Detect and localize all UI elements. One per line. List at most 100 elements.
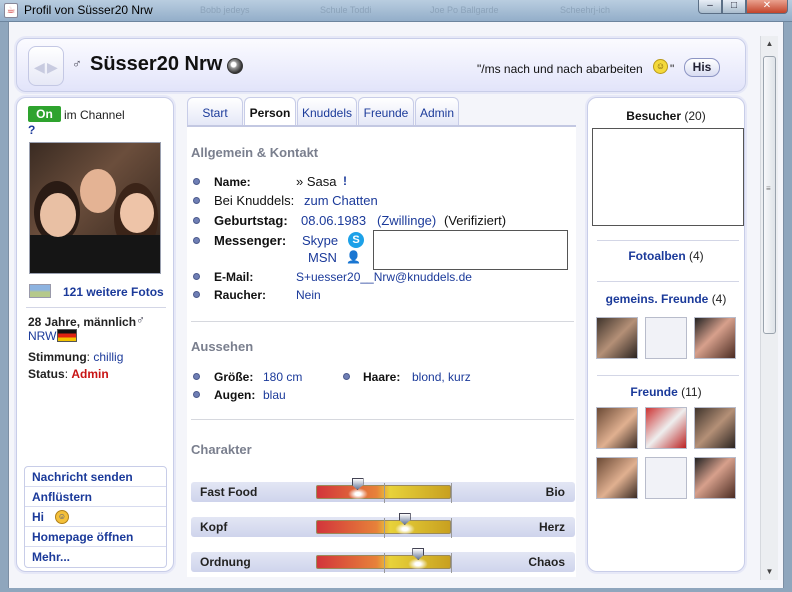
divider — [597, 281, 739, 282]
help-link[interactable]: ? — [28, 123, 35, 137]
photos-icon[interactable] — [29, 284, 51, 298]
messenger-skype: Skype — [302, 233, 339, 248]
background-tab-label: Joe Po Ballgarde — [430, 5, 499, 15]
hair-label: Haare: — [363, 370, 401, 384]
divider — [597, 240, 739, 241]
divider — [191, 419, 574, 420]
background-tab-label: Scheehrj-ich — [560, 5, 611, 15]
visitors-box — [592, 128, 744, 226]
bullet-icon — [193, 237, 200, 244]
friend-thumbnail[interactable] — [596, 317, 638, 359]
friend-thumbnail[interactable] — [645, 407, 687, 449]
trait-left-label: Fast Food — [200, 485, 258, 499]
friend-thumbnail[interactable] — [694, 457, 736, 499]
name-value: » Sasa — [296, 174, 337, 189]
bullet-icon — [193, 217, 200, 224]
status-row: Status: Admin — [28, 367, 109, 381]
mood-label: Stimmung — [28, 350, 87, 364]
messenger-id-box — [373, 230, 568, 270]
tab-freunde[interactable]: Freunde — [358, 97, 414, 125]
birthday-verified: (Verifiziert) — [444, 213, 507, 228]
profile-photo[interactable] — [29, 142, 161, 274]
friend-thumbnail[interactable] — [645, 457, 687, 499]
more-photos-link[interactable]: 121 weitere Fotos — [63, 285, 164, 299]
zodiac-sign: (Zwillinge) — [377, 213, 437, 228]
scroll-up-icon[interactable]: ▲ — [761, 36, 778, 52]
trait-slider-track — [316, 513, 452, 538]
online-status-badge: On — [28, 106, 61, 122]
friends-heading[interactable]: Freunde (11) — [587, 385, 745, 399]
visitors-count: (20) — [684, 109, 706, 123]
divider — [597, 375, 739, 376]
friends-label[interactable]: Freunde — [630, 385, 677, 399]
trait-right-label: Bio — [545, 485, 565, 499]
section-character-heading: Charakter — [191, 442, 252, 457]
whisper-button[interactable]: Anflüstern — [25, 487, 166, 507]
tab-admin[interactable]: Admin — [415, 97, 459, 125]
background-tab-label: Bobb jedeys — [200, 5, 250, 15]
knuddels-reason-value: zum Chatten — [304, 193, 378, 208]
bullet-icon — [193, 373, 200, 380]
male-icon: ♂ — [136, 313, 145, 327]
visitors-label: Besucher — [626, 109, 681, 123]
mood-row: Stimmung: chillig — [28, 350, 123, 364]
close-button[interactable]: ✕ — [746, 0, 788, 14]
eyes-value: blau — [263, 388, 286, 402]
his-button[interactable]: His — [684, 58, 720, 77]
section-looks-heading: Aussehen — [191, 339, 254, 354]
right-arrow-icon[interactable]: ▶ — [47, 59, 58, 76]
send-message-button[interactable]: Nachricht senden — [25, 467, 166, 487]
trait-right-label: Chaos — [528, 555, 565, 569]
knuddels-reason-label: Bei Knuddels: — [214, 193, 295, 208]
background-tab-label: Schule Toddi — [320, 5, 372, 15]
more-button[interactable]: Mehr... — [25, 547, 166, 567]
mutual-friends-heading[interactable]: gemeins. Freunde (4) — [587, 292, 745, 306]
messenger-msn: MSN — [308, 250, 337, 265]
action-menu: Nachricht senden Anflüstern Hi ☺ Homepage… — [24, 466, 167, 568]
trait-left-label: Kopf — [200, 520, 228, 534]
hi-button[interactable]: Hi ☺ — [25, 507, 166, 527]
friend-thumbnail[interactable] — [596, 457, 638, 499]
trait-slider-track — [316, 478, 452, 503]
channel-status: im Channel — [64, 108, 125, 122]
friend-thumbnail[interactable] — [694, 317, 736, 359]
eyes-label: Augen: — [214, 388, 256, 402]
scrollbar-thumb[interactable]: ≡ — [763, 56, 776, 334]
name-label: Name: — [214, 175, 251, 189]
height-value: 180 cm — [263, 370, 303, 384]
bullet-icon — [193, 178, 200, 185]
window-titlebar: ☕ Profil von Süsser20 Nrw Bobb jedeys Sc… — [0, 0, 792, 22]
java-icon: ☕ — [4, 3, 18, 18]
maximize-button[interactable]: □ — [722, 0, 746, 14]
region: NRW — [28, 329, 57, 343]
mutual-friends-label[interactable]: gemeins. Freunde — [606, 292, 709, 306]
email-value[interactable]: S+uesser20__Nrw@knuddels.de — [296, 270, 472, 284]
colon: : — [86, 350, 91, 364]
vertical-scrollbar[interactable]: ▲ ≡ ▼ — [760, 36, 778, 580]
friend-thumbnail[interactable] — [645, 317, 687, 359]
hair-value: blond, kurz — [412, 370, 471, 384]
albums-label[interactable]: Fotoalben — [628, 249, 685, 263]
tab-knuddels[interactable]: Knuddels — [297, 97, 357, 125]
trait-left-label: Ordnung — [200, 555, 251, 569]
navigation-arrows[interactable]: ◀ ▶ — [28, 46, 64, 86]
bullet-icon — [343, 373, 350, 380]
visitors-heading: Besucher (20) — [587, 109, 745, 123]
smiley-icon: ☺ — [55, 510, 69, 524]
tab-start[interactable]: Start — [187, 97, 243, 125]
birthday-value: 08.06.1983 — [301, 213, 367, 228]
friend-thumbnail[interactable] — [596, 407, 638, 449]
smoker-label: Raucher: — [214, 288, 267, 302]
scroll-down-icon[interactable]: ▼ — [761, 564, 778, 580]
left-arrow-icon[interactable]: ◀ — [34, 59, 45, 76]
trait-slider-track — [316, 548, 452, 573]
hi-label: Hi — [32, 510, 44, 524]
divider — [191, 321, 574, 322]
minimize-button[interactable]: – — [698, 0, 722, 14]
tab-person[interactable]: Person — [244, 97, 296, 127]
friend-thumbnail[interactable] — [694, 407, 736, 449]
albums-heading[interactable]: Fotoalben (4) — [587, 249, 745, 263]
open-homepage-button[interactable]: Homepage öffnen — [25, 527, 166, 547]
messenger-label: Messenger: — [214, 233, 287, 248]
age-gender: 28 Jahre, männlich — [28, 315, 137, 329]
